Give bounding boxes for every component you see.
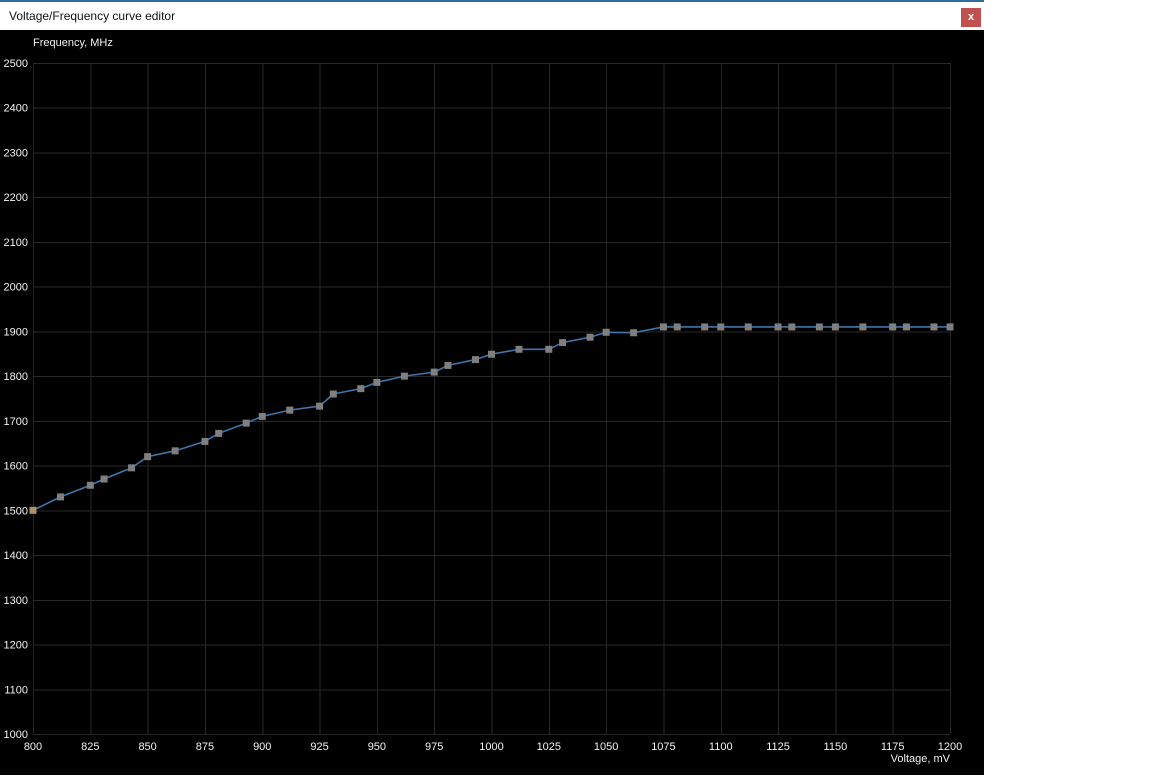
x-tick-label: 1100 [709,741,733,753]
vf-curve-editor-window: Voltage/Frequency curve editor x Frequen… [0,0,984,775]
x-tick-label: 1075 [651,741,675,753]
plot-canvas[interactable]: 1000 1100 1200 1300 1400 1500 1600 1700 1800 1900… [0,30,984,775]
vf-curve-point[interactable] [515,345,523,353]
vf-curve-point[interactable] [859,323,867,331]
x-tick-label: 900 [253,741,271,753]
vf-curve-chart[interactable]: Frequency, MHz 1000 1100 1200 1300 1400 1500 1… [0,30,984,775]
y-tick-label: 2200 [4,192,28,204]
vf-curve-point[interactable] [946,323,954,331]
vf-curve-point[interactable] [201,437,209,445]
vf-curve-point[interactable] [258,412,266,420]
vf-curve-point[interactable] [659,323,667,331]
vf-curve-point[interactable] [128,464,136,472]
window-title: Voltage/Frequency curve editor [9,9,176,23]
x-tick-label: 1150 [824,741,848,753]
y-tick-label: 1900 [4,326,28,338]
x-tick-label: 800 [24,741,42,753]
x-tick-label: 950 [368,741,386,753]
vf-curve-point[interactable] [29,506,37,514]
x-tick-label: 1125 [766,741,790,753]
vf-curve-point[interactable] [242,419,250,427]
x-tick-label: 925 [310,741,328,753]
vf-curve-point[interactable] [400,372,408,380]
y-tick-label: 2400 [4,103,28,115]
vf-curve-point[interactable] [831,323,839,331]
x-tick-label: 1175 [881,741,905,753]
vf-curve-point[interactable] [774,323,782,331]
x-tick-label: 825 [81,741,99,753]
close-button[interactable]: x [961,8,981,27]
vf-curve-point[interactable] [586,333,594,341]
vf-curve-point[interactable] [444,361,452,369]
x-tick-label: 850 [138,741,156,753]
vf-curve-point[interactable] [815,323,823,331]
vf-curve-point[interactable] [215,429,223,437]
x-tick-label: 875 [196,741,214,753]
titlebar[interactable]: Voltage/Frequency curve editor x [0,0,984,30]
vf-curve-point[interactable] [902,323,910,331]
y-tick-label: 1000 [4,729,28,741]
x-tick-label: 1050 [594,741,618,753]
vf-curve-point[interactable] [602,328,610,336]
vf-curve-point[interactable] [559,339,567,347]
y-tick-label: 1800 [4,371,28,383]
vf-curve-point[interactable] [286,406,294,414]
vf-curve-point[interactable] [430,368,438,376]
y-tick-label: 1400 [4,550,28,562]
vf-curve-point[interactable] [171,447,179,455]
vf-curve-point[interactable] [744,323,752,331]
y-tick-label: 1500 [4,505,28,517]
x-tick-label: 975 [425,741,443,753]
x-tick-label: 1200 [938,741,962,753]
y-tick-label: 2100 [4,237,28,249]
vf-curve-point[interactable] [329,390,337,398]
vf-curve-point[interactable] [788,323,796,331]
vf-curve-point[interactable] [630,329,638,337]
x-tick-label: 1025 [537,741,561,753]
vf-curve-point[interactable] [373,378,381,386]
vf-curve-point[interactable] [144,453,152,461]
y-tick-label: 1300 [4,595,28,607]
y-tick-label: 1100 [4,684,28,696]
y-tick-label: 2000 [4,282,28,294]
y-tick-label: 1200 [4,640,28,652]
y-tick-label: 1700 [4,416,28,428]
vf-curve-point[interactable] [701,323,709,331]
vf-curve-point[interactable] [86,481,94,489]
y-axis-title: Frequency, MHz [33,37,113,49]
vf-curve-point[interactable] [717,323,725,331]
x-tick-label: 1000 [479,741,503,753]
vf-curve-point[interactable] [316,402,324,410]
vf-curve-point[interactable] [357,385,365,393]
vf-curve-point[interactable] [471,356,479,364]
vf-curve-point[interactable] [889,323,897,331]
vf-curve-point[interactable] [488,350,495,358]
vf-curve-point[interactable] [930,323,938,331]
x-axis-title: Voltage, mV [890,753,950,765]
y-tick-label: 2300 [4,147,28,159]
y-tick-label: 2500 [4,58,28,70]
y-tick-label: 1600 [4,461,28,473]
vf-curve-point[interactable] [545,345,553,353]
vf-curve-point[interactable] [57,493,65,501]
vf-curve-point[interactable] [673,323,681,331]
vf-curve-point[interactable] [100,475,108,483]
